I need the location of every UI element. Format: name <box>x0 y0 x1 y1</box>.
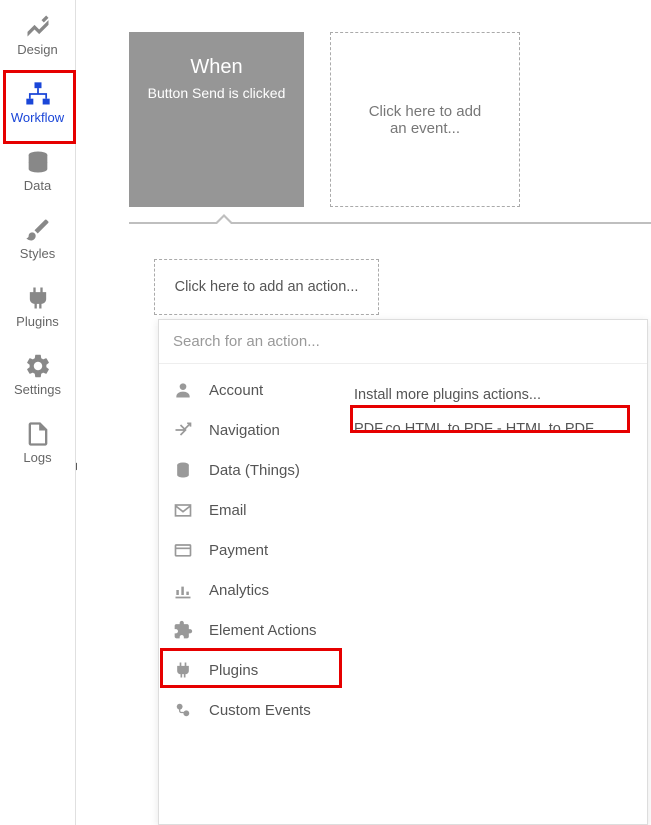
payment-icon <box>173 540 193 560</box>
category-label: Custom Events <box>209 702 311 719</box>
plugins-icon <box>24 284 52 312</box>
settings-icon <box>24 352 52 380</box>
category-label: Plugins <box>209 662 258 679</box>
plugins-category-icon <box>173 660 193 680</box>
element-actions-icon <box>173 620 193 640</box>
category-label: Payment <box>209 542 268 559</box>
category-label: Analytics <box>209 582 269 599</box>
category-payment[interactable]: Payment <box>159 530 344 570</box>
sidebar-item-workflow[interactable]: Workflow <box>0 68 75 136</box>
custom-events-icon <box>173 700 193 720</box>
sidebar-item-styles[interactable]: Styles <box>0 204 75 272</box>
styles-icon <box>24 216 52 244</box>
sidebar-item-logs[interactable]: Logs <box>0 408 75 476</box>
result-label: PDF.co HTML to PDF - HTML to PDF <box>354 421 594 437</box>
category-custom-events[interactable]: Custom Events <box>159 690 344 730</box>
sidebar-item-label: Styles <box>20 246 55 261</box>
action-dropdown: Account Navigation Data (Things) Email P… <box>158 319 648 825</box>
add-event-label: Click here to add an event... <box>361 103 489 137</box>
search-row <box>159 320 647 364</box>
category-label: Data (Things) <box>209 462 300 479</box>
add-event-button[interactable]: Click here to add an event... <box>330 32 520 207</box>
category-plugins[interactable]: Plugins <box>159 650 344 690</box>
search-input[interactable] <box>173 333 633 350</box>
category-label: Element Actions <box>209 622 317 639</box>
navigation-icon <box>173 420 193 440</box>
sidebar: Design Workflow Data Styles Plugins Sett… <box>0 0 76 825</box>
category-element-actions[interactable]: Element Actions <box>159 610 344 650</box>
category-analytics[interactable]: Analytics <box>159 570 344 610</box>
account-icon <box>173 380 193 400</box>
sidebar-item-label: Logs <box>23 450 51 465</box>
event-title: When <box>190 56 242 79</box>
category-data[interactable]: Data (Things) <box>159 450 344 490</box>
results-list: Install more plugins actions... PDF.co H… <box>344 364 647 730</box>
sidebar-item-label: Data <box>24 178 51 193</box>
event-subtitle: Button Send is clicked <box>148 85 286 101</box>
category-label: Navigation <box>209 422 280 439</box>
dropdown-body: Account Navigation Data (Things) Email P… <box>159 364 647 730</box>
category-label: Email <box>209 502 247 519</box>
logs-icon <box>24 420 52 448</box>
sidebar-item-label: Plugins <box>16 314 59 329</box>
category-navigation[interactable]: Navigation <box>159 410 344 450</box>
sidebar-item-data[interactable]: Data <box>0 136 75 204</box>
data-icon <box>24 148 52 176</box>
sidebar-item-design[interactable]: Design <box>0 0 75 68</box>
analytics-icon <box>173 580 193 600</box>
design-icon <box>24 12 52 40</box>
action-pointer-inner <box>215 217 233 226</box>
result-item-pdfco[interactable]: PDF.co HTML to PDF - HTML to PDF <box>354 412 647 446</box>
add-action-button[interactable]: Click here to add an action... <box>154 259 379 315</box>
sidebar-item-label: Settings <box>14 382 61 397</box>
category-account[interactable]: Account <box>159 370 344 410</box>
sidebar-item-label: Design <box>17 42 57 57</box>
category-label: Account <box>209 382 263 399</box>
sidebar-item-plugins[interactable]: Plugins <box>0 272 75 340</box>
email-icon <box>173 500 193 520</box>
workflow-canvas: When Button Send is clicked Click here t… <box>77 0 651 825</box>
sidebar-item-label: Workflow <box>11 110 64 125</box>
install-plugins-label: Install more plugins actions... <box>354 387 541 403</box>
category-email[interactable]: Email <box>159 490 344 530</box>
add-action-label: Click here to add an action... <box>175 279 359 295</box>
workflow-icon <box>24 80 52 108</box>
categories-list: Account Navigation Data (Things) Email P… <box>159 364 344 730</box>
install-plugins-link[interactable]: Install more plugins actions... <box>354 378 647 412</box>
sidebar-item-settings[interactable]: Settings <box>0 340 75 408</box>
data-things-icon <box>173 460 193 480</box>
event-card[interactable]: When Button Send is clicked <box>129 32 304 207</box>
